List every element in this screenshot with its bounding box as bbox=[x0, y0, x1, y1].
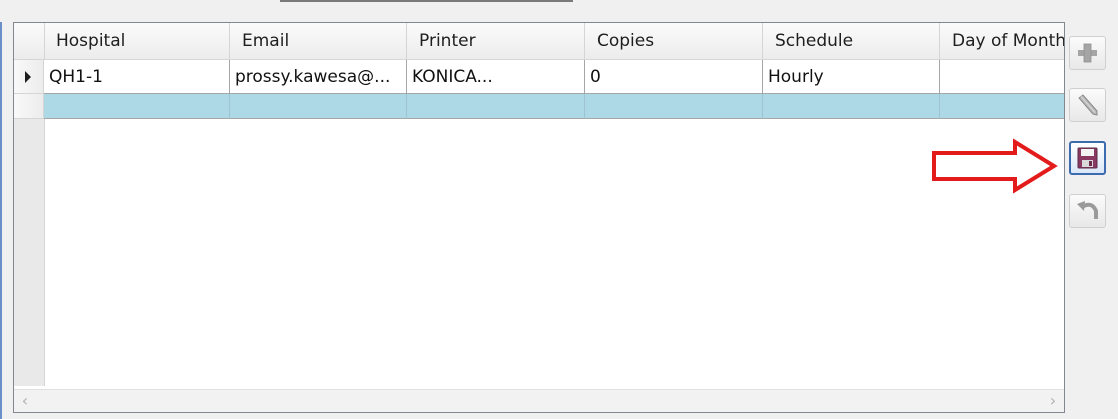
annotation-arrow-icon bbox=[932, 138, 1058, 194]
edit-button[interactable] bbox=[1069, 88, 1106, 122]
column-header-email[interactable]: Email bbox=[230, 23, 407, 59]
column-header-hospital[interactable]: Hospital bbox=[44, 23, 230, 59]
table-row[interactable]: QH1-1 prossy.kawesa@... KONICA... 0 Hour… bbox=[14, 60, 1064, 94]
grid-header-row: Hospital Email Printer Copies Schedule D… bbox=[14, 23, 1064, 60]
cell-copies[interactable]: 0 bbox=[585, 60, 763, 94]
column-header-schedule[interactable]: Schedule bbox=[763, 23, 940, 59]
add-button[interactable] bbox=[1069, 36, 1106, 70]
column-header-day-of-month[interactable]: Day of Month bbox=[940, 23, 1064, 59]
plus-icon bbox=[1078, 43, 1097, 63]
row-header-column bbox=[14, 119, 45, 386]
new-cell-email[interactable] bbox=[230, 94, 407, 119]
undo-icon bbox=[1077, 201, 1098, 219]
data-grid[interactable]: Hospital Email Printer Copies Schedule D… bbox=[13, 22, 1065, 413]
new-row[interactable] bbox=[14, 94, 1064, 119]
column-header-copies[interactable]: Copies bbox=[585, 23, 763, 59]
new-cell-schedule[interactable] bbox=[763, 94, 940, 119]
top-divider bbox=[280, 0, 573, 2]
cell-printer[interactable]: KONICA... bbox=[407, 60, 585, 94]
scroll-left-button[interactable]: ‹ bbox=[14, 390, 36, 412]
current-row-arrow-icon bbox=[25, 70, 31, 83]
row-selector[interactable] bbox=[14, 60, 44, 94]
cell-schedule[interactable]: Hourly bbox=[763, 60, 940, 94]
row-header-corner[interactable] bbox=[14, 23, 45, 59]
horizontal-scrollbar[interactable]: ‹ › bbox=[14, 389, 1064, 412]
column-header-printer[interactable]: Printer bbox=[407, 23, 585, 59]
pencil-icon bbox=[1078, 94, 1098, 116]
undo-button[interactable] bbox=[1069, 194, 1106, 228]
cell-email[interactable]: prossy.kawesa@... bbox=[230, 60, 407, 94]
new-cell-copies[interactable] bbox=[585, 94, 763, 119]
cell-day-of-month[interactable] bbox=[940, 60, 1064, 94]
window-edge bbox=[0, 22, 2, 419]
new-cell-hospital[interactable] bbox=[44, 94, 230, 119]
save-button[interactable] bbox=[1069, 141, 1106, 175]
floppy-disk-icon bbox=[1077, 147, 1098, 169]
new-cell-day-of-month[interactable] bbox=[940, 94, 1064, 119]
cell-hospital[interactable]: QH1-1 bbox=[44, 60, 230, 94]
row-selector[interactable] bbox=[14, 94, 44, 119]
scroll-right-button[interactable]: › bbox=[1042, 390, 1064, 412]
new-cell-printer[interactable] bbox=[407, 94, 585, 119]
